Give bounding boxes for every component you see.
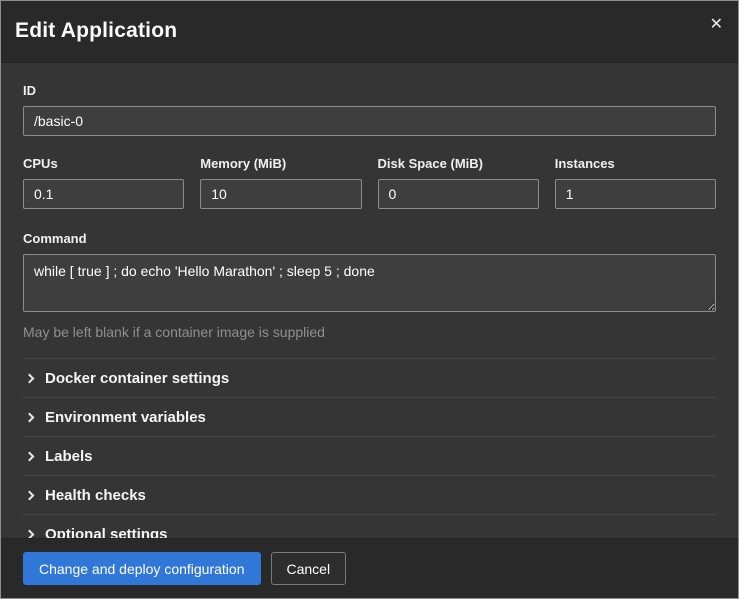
instances-field-label: Instances [555,156,716,171]
id-input[interactable] [23,106,716,136]
change-and-deploy-button[interactable]: Change and deploy configuration [23,552,261,585]
section-label: Health checks [45,487,146,504]
chevron-right-icon [25,490,35,500]
command-field-group: Command while [ true ] ; do echo 'Hello … [23,231,716,340]
disk-field-label: Disk Space (MiB) [378,156,539,171]
id-field-group: ID [23,83,716,136]
command-textarea[interactable]: while [ true ] ; do echo 'Hello Marathon… [23,254,716,312]
memory-field-label: Memory (MiB) [200,156,361,171]
section-labels[interactable]: Labels [23,436,716,475]
section-label: Labels [45,448,93,465]
instances-field-group: Instances [555,156,716,209]
section-docker-container-settings[interactable]: Docker container settings [23,358,716,397]
disk-input[interactable] [378,179,539,209]
modal-footer: Change and deploy configuration Cancel [1,538,738,598]
memory-input[interactable] [200,179,361,209]
memory-field-group: Memory (MiB) [200,156,361,209]
section-label: Docker container settings [45,370,229,387]
section-health-checks[interactable]: Health checks [23,475,716,514]
page-title: Edit Application [15,19,722,43]
modal-header: Edit Application ✕ [1,1,738,63]
cancel-button[interactable]: Cancel [271,552,347,585]
chevron-right-icon [25,373,35,383]
cpus-field-label: CPUs [23,156,184,171]
disk-field-group: Disk Space (MiB) [378,156,539,209]
section-environment-variables[interactable]: Environment variables [23,397,716,436]
close-icon[interactable]: ✕ [710,17,723,33]
modal-body: ID CPUs Memory (MiB) Disk Space (MiB) In… [1,63,738,538]
collapsible-sections: Docker container settings Environment va… [23,358,716,538]
cpus-input[interactable] [23,179,184,209]
cpus-field-group: CPUs [23,156,184,209]
instances-input[interactable] [555,179,716,209]
command-help-text: May be left blank if a container image i… [23,324,716,340]
section-optional-settings[interactable]: Optional settings [23,514,716,538]
edit-application-modal: Edit Application ✕ ID CPUs Memory (MiB) … [0,0,739,599]
chevron-right-icon [25,451,35,461]
command-field-label: Command [23,231,716,246]
id-field-label: ID [23,83,716,98]
chevron-right-icon [25,529,35,538]
section-label: Optional settings [45,526,168,539]
chevron-right-icon [25,412,35,422]
resources-row: CPUs Memory (MiB) Disk Space (MiB) Insta… [23,156,716,209]
section-label: Environment variables [45,409,206,426]
